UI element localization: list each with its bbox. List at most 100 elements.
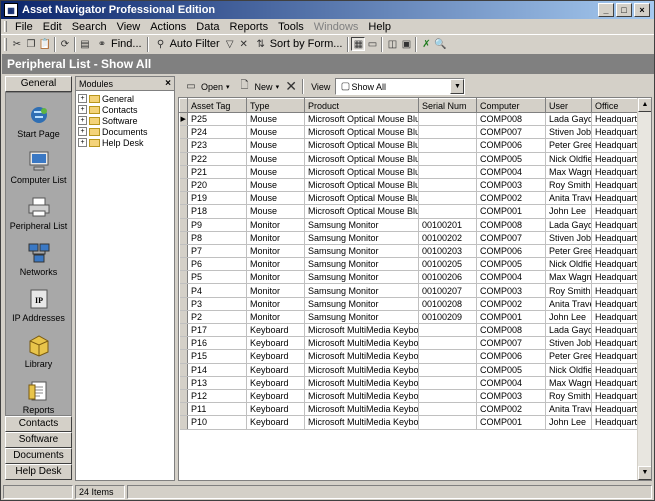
cell-product[interactable]: Microsoft Optical Mouse Blue <box>304 138 419 153</box>
cell-type[interactable]: Keyboard <box>246 336 305 351</box>
row-selector[interactable] <box>179 152 188 166</box>
cell-product[interactable]: Microsoft Optical Mouse Blue <box>304 165 419 179</box>
cell-office[interactable]: Headquarters <box>591 257 640 272</box>
cell-product[interactable]: Samsung Monitor <box>304 270 419 285</box>
cell-office[interactable]: Headquarters <box>591 112 640 127</box>
cell-product[interactable]: Microsoft MultiMedia Keyboard <box>304 336 419 351</box>
table-row[interactable]: P23 Mouse Microsoft Optical Mouse Blue COMP… <box>179 138 640 153</box>
cell-user[interactable]: Max Wagner <box>545 376 592 390</box>
nav-item-reports[interactable]: Reports <box>6 369 71 415</box>
grid-view-icon[interactable]: ▦ <box>351 37 366 51</box>
tree-item-contacts[interactable]: + Contacts <box>78 104 174 115</box>
table-row[interactable]: P24 Mouse Microsoft Optical Mouse Blue COMP… <box>179 125 640 140</box>
vertical-scrollbar[interactable]: ▲ ▼ <box>637 98 651 480</box>
cell-asset-tag[interactable]: P24 <box>187 125 247 140</box>
cell-computer[interactable]: COMP001 <box>476 415 546 430</box>
refresh-icon[interactable]: ⟳ <box>58 37 72 51</box>
cell-type[interactable]: Mouse <box>246 112 305 127</box>
cell-computer[interactable]: COMP005 <box>476 363 546 377</box>
nav-item-networks[interactable]: Networks <box>6 231 71 277</box>
cell-computer[interactable]: COMP002 <box>476 191 546 206</box>
cell-asset-tag[interactable]: P18 <box>187 204 247 219</box>
cell-computer[interactable]: COMP006 <box>476 349 546 364</box>
column-header-office[interactable]: Office <box>591 98 640 113</box>
nav-tab-contacts[interactable]: Contacts <box>5 416 72 432</box>
delete-icon[interactable]: ✕ <box>284 78 298 94</box>
menu-file[interactable]: File <box>10 21 38 33</box>
export-excel-icon[interactable]: ✗ <box>419 37 433 51</box>
cell-computer[interactable]: COMP004 <box>476 376 546 390</box>
cell-type[interactable]: Keyboard <box>246 363 305 377</box>
menu-reports[interactable]: Reports <box>225 21 274 33</box>
cell-office[interactable]: Headquarters <box>591 152 640 166</box>
cell-product[interactable]: Microsoft MultiMedia Keyboard <box>304 363 419 377</box>
cell-user[interactable]: Lada Gayday <box>545 218 592 232</box>
cell-computer[interactable]: COMP002 <box>476 402 546 417</box>
cut-icon[interactable]: ✂ <box>10 37 24 51</box>
table-row[interactable]: P13KeyboardMicrosoft MultiMedia Keyboard… <box>179 376 640 390</box>
cell-user[interactable]: Peter Green <box>545 244 592 259</box>
cell-serial-num[interactable] <box>418 402 477 417</box>
cell-type[interactable]: Keyboard <box>246 415 305 430</box>
cell-product[interactable]: Microsoft MultiMedia Keyboard <box>304 415 419 430</box>
row-selector[interactable] <box>179 323 188 338</box>
cell-user[interactable]: Anita Travers <box>545 191 592 206</box>
nav-tab-software[interactable]: Software <box>5 432 72 448</box>
cell-type[interactable]: Monitor <box>246 218 305 232</box>
cell-type[interactable]: Keyboard <box>246 402 305 417</box>
nav-tab-documents[interactable]: Documents <box>5 448 72 464</box>
cell-product[interactable]: Microsoft Optical Mouse Blue <box>304 178 419 193</box>
cell-serial-num[interactable] <box>418 204 477 219</box>
cell-computer[interactable]: COMP004 <box>476 270 546 285</box>
cell-type[interactable]: Mouse <box>246 165 305 179</box>
cell-computer[interactable]: COMP005 <box>476 257 546 272</box>
cell-type[interactable]: Keyboard <box>246 323 305 338</box>
copy-icon[interactable]: ❐ <box>24 37 38 51</box>
cell-serial-num[interactable] <box>418 125 477 140</box>
cell-asset-tag[interactable]: P8 <box>187 231 247 245</box>
nav-item-start-page[interactable]: Start Page <box>6 93 71 139</box>
cell-asset-tag[interactable]: P17 <box>187 323 247 338</box>
cell-office[interactable]: Headquarters <box>591 310 640 325</box>
cell-type[interactable]: Monitor <box>246 297 305 311</box>
row-selector[interactable] <box>179 363 188 377</box>
cell-computer[interactable]: COMP004 <box>476 165 546 179</box>
cell-product[interactable]: Microsoft Optical Mouse Blue <box>304 152 419 166</box>
cell-office[interactable]: Headquarters <box>591 125 640 140</box>
nav-tab-general[interactable]: General <box>5 76 72 92</box>
cell-computer[interactable]: COMP005 <box>476 152 546 166</box>
scroll-down-icon[interactable]: ▼ <box>638 466 651 480</box>
cell-asset-tag[interactable]: P25 <box>187 112 247 127</box>
cell-serial-num[interactable]: 00100207 <box>418 283 477 298</box>
row-selector[interactable] <box>179 297 188 311</box>
column-header-product[interactable]: Product <box>304 98 419 113</box>
cell-serial-num[interactable] <box>418 138 477 153</box>
cell-product[interactable]: Microsoft Optical Mouse Blue <box>304 191 419 206</box>
table-row[interactable]: P2 Monitor Samsung Monitor 00100209 COMP001 J… <box>179 310 640 325</box>
paste-icon[interactable]: 📋 <box>38 37 52 51</box>
row-selector[interactable] <box>179 191 188 206</box>
menu-view[interactable]: View <box>112 21 146 33</box>
cell-computer[interactable]: COMP001 <box>476 310 546 325</box>
table-row[interactable]: P17KeyboardMicrosoft MultiMedia Keyboard… <box>179 323 640 338</box>
cell-user[interactable]: Lada Gayday <box>545 323 592 338</box>
cell-asset-tag[interactable]: P14 <box>187 363 247 377</box>
cell-product[interactable]: Microsoft Optical Mouse Blue <box>304 204 419 219</box>
cell-product[interactable]: Microsoft MultiMedia Keyboard <box>304 376 419 390</box>
cell-serial-num[interactable] <box>418 191 477 206</box>
expand-icon[interactable]: + <box>78 127 87 136</box>
list-icon[interactable]: ▤ <box>78 37 92 51</box>
column-header-serial-num[interactable]: Serial Num <box>418 98 477 113</box>
cell-asset-tag[interactable]: P7 <box>187 244 247 259</box>
expand-icon[interactable]: + <box>78 138 87 147</box>
cell-user[interactable]: Anita Travers <box>545 297 592 311</box>
row-selector[interactable] <box>179 218 188 232</box>
dropdown-arrow-icon[interactable]: ▾ <box>276 83 280 91</box>
cell-office[interactable]: Headquarters <box>591 389 640 404</box>
cell-computer[interactable]: COMP008 <box>476 323 546 338</box>
cell-user[interactable]: Roy Smith <box>545 283 592 298</box>
cell-office[interactable]: Headquarters <box>591 336 640 351</box>
cell-asset-tag[interactable]: P4 <box>187 283 247 298</box>
nav-tab-help-desk[interactable]: Help Desk <box>5 464 72 480</box>
cell-user[interactable]: Stiven Job <box>545 336 592 351</box>
